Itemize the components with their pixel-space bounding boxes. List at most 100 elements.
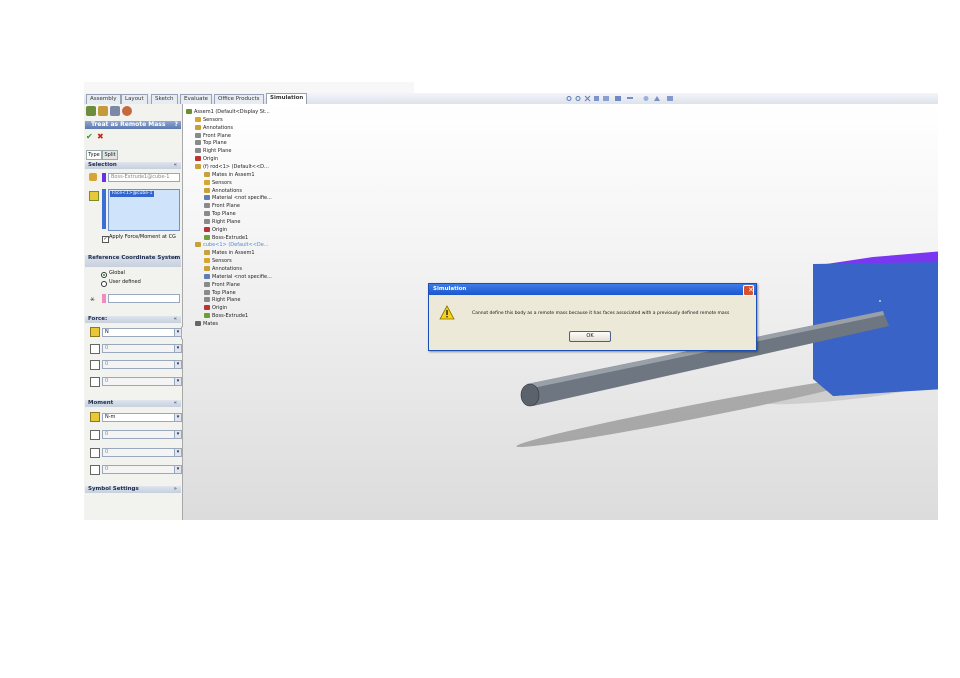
tree-item[interactable]: Annotations bbox=[204, 187, 243, 195]
chevron-down-icon[interactable]: ▾ bbox=[174, 466, 181, 473]
chevron-down-icon[interactable]: ▾ bbox=[174, 449, 181, 456]
tab-simulation[interactable]: Simulation bbox=[266, 93, 308, 104]
tree-item[interactable]: Front Plane bbox=[204, 203, 240, 210]
tree-item[interactable]: Material <not specifie... bbox=[204, 195, 272, 202]
tree-item[interactable]: Mates in Assem1 bbox=[204, 250, 255, 257]
force-y-icon bbox=[90, 360, 100, 370]
tree-item[interactable]: cube<1> (Default<<De... bbox=[195, 242, 269, 249]
force-y-field[interactable]: 0 ▾ bbox=[102, 360, 182, 369]
tab-evaluate[interactable]: Evaluate bbox=[180, 94, 213, 104]
radio-global[interactable] bbox=[101, 272, 107, 278]
part-icon bbox=[195, 163, 201, 169]
help-button[interactable]: ? bbox=[169, 121, 178, 129]
tree-item[interactable]: Right Plane bbox=[204, 297, 240, 304]
property-manager-icon[interactable] bbox=[98, 106, 108, 116]
expand-icon[interactable]: » bbox=[171, 486, 177, 493]
tree-item[interactable]: Top Plane bbox=[204, 289, 236, 297]
faces-selection-list[interactable]: Face<1>@cube-1 bbox=[108, 189, 180, 231]
section-selection[interactable]: Selection « bbox=[85, 162, 181, 169]
chevron-down-icon[interactable]: ▾ bbox=[174, 414, 181, 421]
dialog-title: Simulation bbox=[433, 286, 467, 292]
apply-force-checkbox[interactable]: ✓ bbox=[102, 236, 109, 243]
tree-item[interactable]: Top Plane bbox=[195, 140, 227, 147]
tree-item[interactable]: Boss-Extrude1 bbox=[204, 313, 248, 320]
chevron-down-icon[interactable]: ▾ bbox=[174, 431, 181, 438]
tree-item[interactable]: Sensors bbox=[195, 116, 223, 124]
tree-item-label: Mates bbox=[203, 320, 219, 327]
section-reference-coordinate-system[interactable]: Reference Coordinate System « bbox=[85, 255, 181, 267]
moment-y-field[interactable]: 0 ▾ bbox=[102, 448, 182, 457]
cancel-button[interactable]: ✖ bbox=[97, 132, 104, 141]
remote-mass-point bbox=[879, 300, 881, 302]
tree-item[interactable]: Boss-Extrude1 bbox=[204, 234, 248, 242]
tree-item-label: Annotations bbox=[212, 187, 243, 194]
collapse-icon[interactable]: « bbox=[171, 316, 177, 323]
tree-item-label: Mates in Assem1 bbox=[212, 171, 255, 178]
moment-x-field[interactable]: 0 ▾ bbox=[102, 430, 182, 439]
ok-dialog-button[interactable]: OK bbox=[569, 331, 611, 342]
section-symbol-settings[interactable]: Symbol Settings » bbox=[85, 486, 181, 493]
force-x-field[interactable]: 0 ▾ bbox=[102, 344, 182, 353]
tree-item[interactable]: Annotations bbox=[204, 266, 242, 273]
chevron-down-icon[interactable]: ▾ bbox=[174, 378, 181, 385]
tree-item-label: Assem1 (Default<Display St... bbox=[194, 109, 270, 115]
tree-item[interactable]: Right Plane bbox=[195, 148, 231, 155]
tree-item-label: Boss-Extrude1 bbox=[212, 313, 249, 320]
dialog-title-bar: Simulation ✕ bbox=[429, 284, 756, 296]
tree-item[interactable]: Right Plane bbox=[204, 218, 241, 226]
coordinate-system-icon: ⚹ bbox=[90, 294, 95, 303]
tree-item-label: Sensors bbox=[212, 258, 232, 265]
chevron-down-icon[interactable]: ▾ bbox=[174, 361, 181, 368]
face-selection-icon bbox=[89, 191, 99, 201]
tab-assembly[interactable]: Assembly bbox=[86, 94, 121, 104]
section-force[interactable]: Force: « bbox=[85, 316, 181, 323]
coordinate-color-swatch bbox=[102, 294, 106, 303]
chevron-down-icon[interactable]: ▾ bbox=[174, 345, 181, 352]
origin-icon bbox=[204, 305, 210, 311]
tree-item[interactable]: Origin bbox=[204, 305, 227, 312]
tab-office-products[interactable]: Office Products bbox=[214, 94, 264, 104]
chevron-down-icon[interactable]: ▾ bbox=[174, 329, 181, 336]
moment-units-dropdown[interactable]: N-m ▾ bbox=[102, 413, 182, 422]
subtab-split[interactable]: Split bbox=[102, 150, 118, 160]
tree-item[interactable]: Front Plane bbox=[195, 132, 231, 140]
radio-user-defined[interactable] bbox=[101, 281, 107, 287]
tree-item[interactable]: Mates bbox=[195, 320, 219, 328]
tree-item[interactable]: Origin bbox=[195, 156, 218, 163]
tree-item-label: Origin bbox=[203, 156, 219, 163]
collapse-icon[interactable]: « bbox=[171, 162, 177, 169]
coordinate-system-field[interactable] bbox=[108, 294, 180, 303]
tree-item[interactable]: Sensors bbox=[204, 258, 232, 265]
tree-item[interactable]: Origin bbox=[204, 226, 227, 234]
feature-manager-icon[interactable] bbox=[86, 106, 96, 116]
heads-up-view-toolbar[interactable] bbox=[566, 95, 736, 104]
subtab-type[interactable]: Type bbox=[86, 150, 102, 160]
dialog-close-button[interactable]: ✕ bbox=[743, 285, 754, 296]
body-selection-field[interactable]: Boss-Extrude1@cube-1 bbox=[108, 173, 180, 182]
view-tools-icon[interactable] bbox=[566, 95, 736, 102]
moment-x-value: 0 bbox=[105, 431, 109, 437]
tree-item[interactable]: (f) rod<1> (Default<<D... bbox=[195, 163, 269, 171]
tab-sketch[interactable]: Sketch bbox=[151, 94, 178, 104]
tree-item[interactable]: Assem1 (Default<Display St... bbox=[186, 109, 270, 116]
tree-item[interactable]: Annotations bbox=[195, 124, 233, 132]
ok-button[interactable]: ✔ bbox=[86, 132, 93, 141]
tree-item-label: Right Plane bbox=[212, 218, 241, 225]
tree-item[interactable]: Top Plane bbox=[204, 211, 236, 218]
collapse-icon[interactable]: « bbox=[171, 400, 177, 407]
tree-item[interactable]: Front Plane bbox=[204, 281, 240, 289]
tree-item[interactable]: Material <not specifie... bbox=[204, 273, 272, 281]
tree-item[interactable]: Mates in Assem1 bbox=[204, 171, 255, 179]
section-moment[interactable]: Moment « bbox=[85, 400, 181, 407]
collapse-icon[interactable]: « bbox=[171, 255, 177, 261]
moment-z-field[interactable]: 0 ▾ bbox=[102, 465, 182, 474]
tab-layout[interactable]: Layout bbox=[121, 94, 148, 104]
tree-item[interactable]: Sensors bbox=[204, 179, 232, 187]
moment-y-value: 0 bbox=[105, 449, 109, 455]
force-units-dropdown[interactable]: N ▾ bbox=[102, 328, 182, 337]
force-z-field[interactable]: 0 ▾ bbox=[102, 377, 182, 386]
configuration-manager-icon[interactable] bbox=[110, 106, 120, 116]
display-manager-icon[interactable] bbox=[122, 106, 132, 116]
pm-title-text: Treat as Remote Mass bbox=[91, 121, 166, 128]
face-list-item[interactable]: Face<1>@cube-1 bbox=[110, 191, 154, 197]
